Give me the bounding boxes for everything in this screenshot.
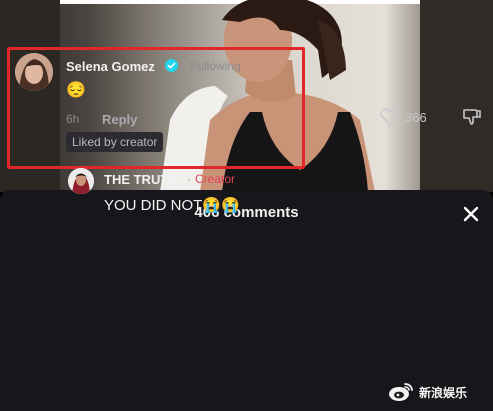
comments-count-title: 406 comments <box>194 204 299 221</box>
heart-outline-icon <box>380 108 400 126</box>
comment-time: 6h <box>66 112 80 126</box>
comment-text-words: YOU DID NOT <box>104 197 203 214</box>
avatar-image <box>15 53 53 91</box>
like-count: 366 <box>405 110 427 125</box>
weibo-logo <box>389 383 413 401</box>
creator-label: Creator <box>195 172 236 186</box>
separator-dot: · <box>182 59 186 73</box>
avatar-image <box>68 168 94 194</box>
comment-text-emoji: 😭😭 <box>202 197 240 214</box>
watermark: 新浪娱乐 <box>388 381 467 403</box>
like-button[interactable] <box>380 108 400 126</box>
watermark-text: 新浪娱乐 <box>419 385 468 400</box>
comments-sheet: 406 comments <box>0 190 493 411</box>
close-button[interactable] <box>460 203 482 225</box>
verified-icon <box>165 59 178 72</box>
comment-text: 😔 <box>66 82 86 99</box>
avatar[interactable] <box>68 168 94 194</box>
avatar[interactable] <box>15 53 53 91</box>
separator-dot: · <box>187 172 191 186</box>
liked-by-creator-badge: Liked by creator <box>66 132 164 152</box>
comment-author[interactable]: THE TRUTH <box>104 172 178 187</box>
comment-text: YOU DID NOT😭😭 <box>104 196 240 214</box>
comment-author[interactable]: Selena Gomez <box>66 59 155 74</box>
dislike-icon <box>463 109 481 125</box>
dislike-button[interactable] <box>462 107 482 127</box>
close-icon <box>463 206 479 222</box>
following-status: Following <box>190 59 241 73</box>
reply-button[interactable]: Reply <box>102 112 137 127</box>
